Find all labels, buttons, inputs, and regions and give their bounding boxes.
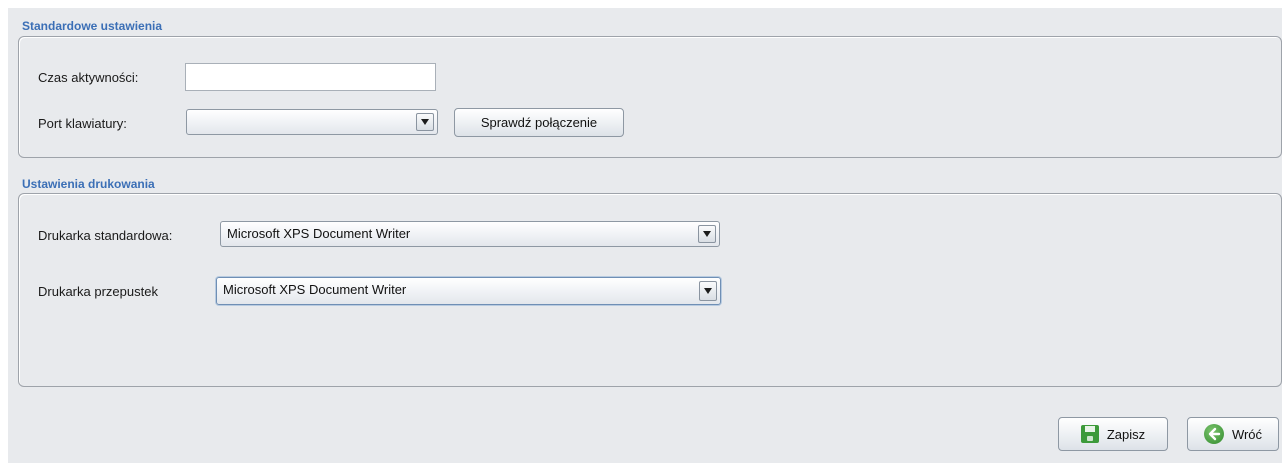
default-printer-value: Microsoft XPS Document Writer xyxy=(227,226,411,241)
check-connection-label: Sprawdź połączenie xyxy=(480,115,598,130)
pass-printer-select[interactable]: Microsoft XPS Document Writer xyxy=(216,277,721,305)
save-button-label: Zapisz xyxy=(1106,426,1146,442)
chevron-down-icon[interactable] xyxy=(698,225,716,243)
default-settings-group xyxy=(18,36,1282,158)
pass-printer-label: Drukarka przepustek xyxy=(38,284,158,299)
section-title-print-settings: Ustawienia drukowania xyxy=(22,177,155,191)
chevron-down-icon[interactable] xyxy=(699,281,717,301)
pass-printer-value: Microsoft XPS Document Writer xyxy=(223,282,407,297)
back-arrow-icon xyxy=(1203,424,1224,444)
default-printer-label: Drukarka standardowa: xyxy=(38,228,173,243)
keyboard-port-label: Port klawiatury: xyxy=(38,116,127,131)
back-button[interactable]: Wróć xyxy=(1187,417,1279,451)
keyboard-port-select[interactable] xyxy=(186,109,438,135)
activity-time-label: Czas aktywności: xyxy=(38,70,139,85)
floppy-save-icon xyxy=(1080,425,1099,443)
default-printer-select[interactable]: Microsoft XPS Document Writer xyxy=(220,221,720,247)
chevron-down-icon[interactable] xyxy=(416,113,434,131)
check-connection-button[interactable]: Sprawdź połączenie xyxy=(454,108,624,137)
save-button[interactable]: Zapisz xyxy=(1058,417,1168,451)
back-button-label: Wróć xyxy=(1231,426,1263,442)
activity-time-input[interactable] xyxy=(185,63,436,91)
section-title-default-settings: Standardowe ustawienia xyxy=(22,19,163,33)
